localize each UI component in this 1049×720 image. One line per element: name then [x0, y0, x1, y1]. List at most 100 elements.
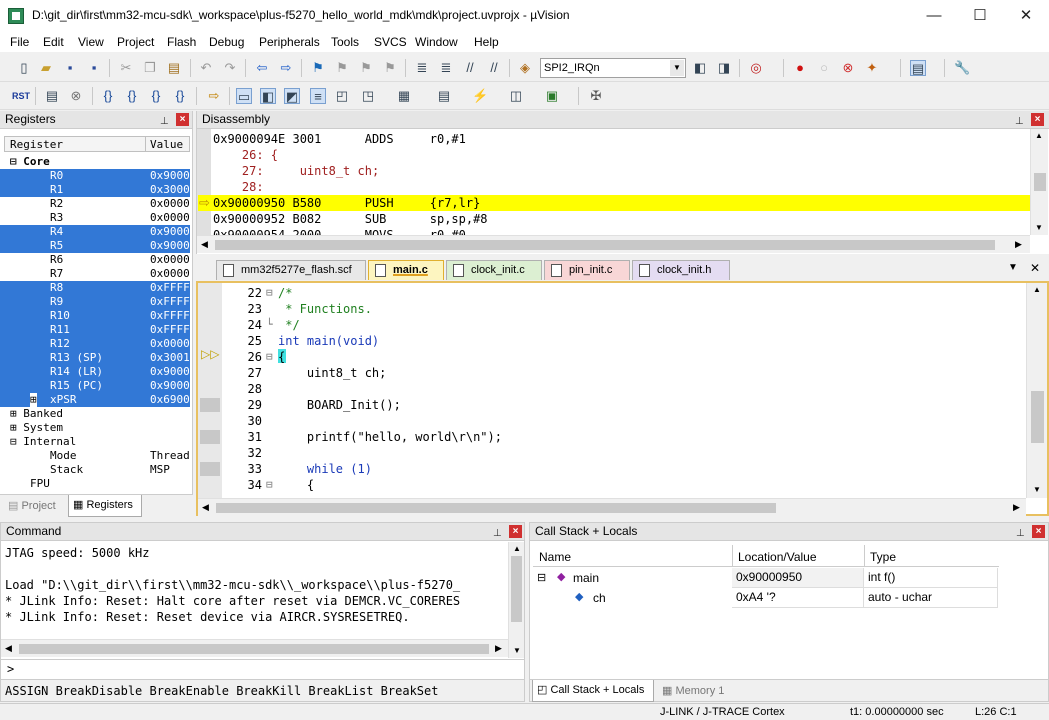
close-tab-icon[interactable]: ✕: [1030, 261, 1040, 275]
run-to-cursor-icon[interactable]: {}: [172, 88, 188, 104]
register-row[interactable]: R8 0xFFFF: [0, 281, 190, 295]
undo-icon[interactable]: ↶: [198, 60, 214, 76]
step-out-icon[interactable]: {}: [148, 88, 164, 104]
register-value[interactable]: 0x3000: [150, 183, 190, 197]
disasm-hscrollbar[interactable]: ◀ ▶: [197, 235, 1030, 253]
register-value[interactable]: 0x9000: [150, 239, 190, 253]
find-icon[interactable]: ◧: [692, 60, 708, 76]
code-editor[interactable]: ▷▷ 22 ⊟ /* 23 * Functions. 24 └ */ 25 int main(…: [196, 281, 1049, 516]
close-panel-icon[interactable]: ×: [1031, 113, 1044, 126]
core-group[interactable]: ⊟ Core: [10, 155, 50, 168]
tab-clock-init-c[interactable]: clock_init.c: [446, 260, 542, 280]
new-file-icon[interactable]: ▯: [16, 60, 32, 76]
trace-window-icon[interactable]: ◫: [508, 88, 524, 104]
command-keywords[interactable]: ASSIGN BreakDisable BreakEnable BreakKil…: [5, 684, 438, 698]
uncomment-icon[interactable]: //: [486, 60, 502, 76]
command-hscrollbar[interactable]: ◀ ▶: [1, 639, 508, 657]
system-group[interactable]: ⊞ System: [10, 421, 63, 434]
scroll-right-icon[interactable]: ▶: [495, 643, 502, 654]
save-all-icon[interactable]: ▪: [86, 60, 102, 76]
register-row[interactable]: R7 0x0000: [0, 267, 190, 281]
pin-icon[interactable]: ⊥: [1015, 113, 1024, 130]
minimize-button[interactable]: —: [911, 0, 957, 32]
register-value[interactable]: 0xFFFF: [150, 309, 190, 323]
insert-bookmark-icon[interactable]: ⚑: [310, 60, 326, 76]
memory-window-icon[interactable]: ▦: [396, 88, 412, 104]
scroll-left-icon[interactable]: ◀: [5, 643, 12, 654]
scroll-left-icon[interactable]: ◀: [202, 502, 209, 513]
comment-icon[interactable]: //: [462, 60, 478, 76]
scroll-thumb[interactable]: [1031, 391, 1044, 443]
tab-registers[interactable]: ▦ Registers: [68, 495, 142, 517]
register-value[interactable]: 0x3001: [150, 351, 190, 365]
find-in-files-icon[interactable]: ◈: [517, 60, 533, 76]
collapse-icon[interactable]: ⊟: [537, 571, 546, 584]
menu-flash[interactable]: Flash: [167, 35, 196, 49]
register-row[interactable]: R3 0x0000: [0, 211, 190, 225]
register-row[interactable]: xPSR 0x6900 ⊞: [0, 393, 190, 407]
register-value[interactable]: 0x0000: [150, 197, 190, 211]
menu-view[interactable]: View: [78, 35, 104, 49]
close-panel-icon[interactable]: ×: [176, 113, 189, 126]
scroll-down-icon[interactable]: ▼: [1035, 223, 1043, 232]
kill-breakpoints-icon[interactable]: ✦: [864, 60, 880, 76]
register-value[interactable]: 0x0000: [150, 267, 190, 281]
command-input[interactable]: >: [1, 659, 524, 679]
menu-tools[interactable]: Tools: [331, 35, 359, 49]
register-row[interactable]: R10 0xFFFF: [0, 309, 190, 323]
banked-group[interactable]: ⊞ Banked: [10, 407, 63, 420]
start-debug-icon[interactable]: ◎: [748, 60, 764, 76]
pin-icon[interactable]: ⊥: [1016, 525, 1025, 542]
tab-list-dropdown-icon[interactable]: ▼: [1008, 262, 1018, 273]
navigate-back-icon[interactable]: ⇦: [254, 60, 270, 76]
fold-marker-icon[interactable]: ⊟: [266, 478, 273, 491]
scroll-thumb[interactable]: [215, 240, 995, 250]
menu-help[interactable]: Help: [474, 35, 499, 49]
run-icon[interactable]: ▤: [44, 88, 60, 104]
executable-line-marker[interactable]: [200, 462, 220, 476]
register-column-header[interactable]: Register: [10, 138, 63, 151]
name-column-header[interactable]: Name: [539, 550, 571, 564]
fold-marker-icon[interactable]: ⊟: [266, 286, 273, 299]
indent-icon[interactable]: ≣: [414, 60, 430, 76]
tab-memory-1[interactable]: ▦ Memory 1: [658, 682, 734, 702]
menu-edit[interactable]: Edit: [43, 35, 64, 49]
scroll-thumb[interactable]: [19, 644, 489, 654]
disassembly-window-icon[interactable]: ◧: [260, 88, 276, 104]
register-row[interactable]: R14 (LR) 0x9000: [0, 365, 190, 379]
executable-line-marker[interactable]: [200, 398, 220, 412]
close-panel-icon[interactable]: ×: [1032, 525, 1045, 538]
redo-icon[interactable]: ↷: [222, 60, 238, 76]
serial-window-icon[interactable]: ▤: [436, 88, 452, 104]
register-row[interactable]: R9 0xFFFF: [0, 295, 190, 309]
expand-icon[interactable]: ⊞: [30, 393, 37, 407]
pin-icon[interactable]: ⊥: [493, 525, 502, 542]
registers-window-icon[interactable]: ≡: [310, 88, 326, 104]
value-column-header[interactable]: Value: [150, 138, 183, 151]
tab-mm32f5277e-flash-scf[interactable]: mm32f5277e_flash.scf: [216, 260, 366, 280]
symbols-window-icon[interactable]: ◩: [284, 88, 300, 104]
scroll-down-icon[interactable]: ▼: [1033, 485, 1041, 494]
find-combo[interactable]: SPI2_IRQn ▼: [540, 58, 686, 78]
scroll-right-icon[interactable]: ▶: [1013, 502, 1020, 513]
reset-cpu-icon[interactable]: RST: [12, 88, 30, 104]
register-row[interactable]: R5 0x9000: [0, 239, 190, 253]
watch-window-icon[interactable]: ◳: [360, 88, 376, 104]
location-column-header[interactable]: Location/Value: [738, 550, 817, 564]
register-value[interactable]: 0x0000: [150, 337, 190, 351]
show-next-statement-icon[interactable]: ⇨: [206, 88, 222, 104]
next-bookmark-icon[interactable]: ⚑: [358, 60, 374, 76]
pin-icon[interactable]: ⊥: [160, 113, 169, 130]
register-value[interactable]: 0x9000: [150, 225, 190, 239]
register-row[interactable]: R6 0x0000: [0, 253, 190, 267]
configure-icon[interactable]: 🔧: [954, 60, 970, 76]
menu-project[interactable]: Project: [117, 35, 154, 49]
register-value[interactable]: 0x0000: [150, 253, 190, 267]
step-over-icon[interactable]: {}: [124, 88, 140, 104]
close-window-button[interactable]: ✕: [1003, 0, 1049, 32]
callstack-row-ch[interactable]: ◆ ch 0xA4 '? auto - uchar: [533, 588, 999, 608]
editor-hscrollbar[interactable]: ◀ ▶: [198, 498, 1026, 516]
register-row[interactable]: R11 0xFFFF: [0, 323, 190, 337]
menu-peripherals[interactable]: Peripherals: [259, 35, 320, 49]
enable-breakpoint-icon[interactable]: ○: [816, 60, 832, 76]
